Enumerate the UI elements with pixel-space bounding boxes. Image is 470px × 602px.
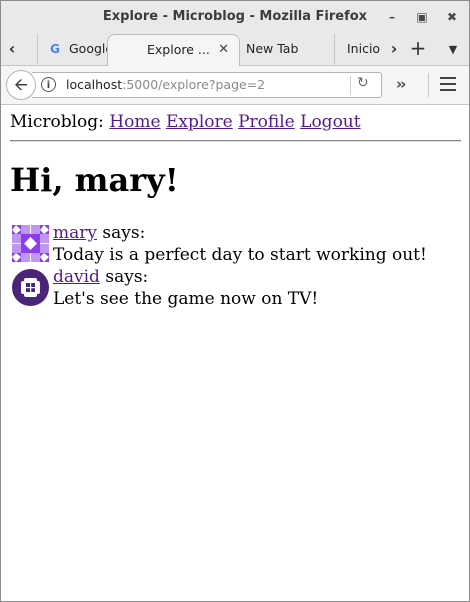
- url-divider: [350, 76, 351, 95]
- tab-scroll-right-icon[interactable]: ›: [383, 34, 405, 65]
- reload-icon[interactable]: ↻: [357, 75, 369, 91]
- mary-avatar[interactable]: [12, 225, 49, 262]
- tab-new-tab[interactable]: New Tab: [238, 34, 334, 65]
- maximize-icon[interactable]: ▣: [414, 9, 430, 25]
- page-heading: Hi, mary!: [10, 161, 179, 199]
- david-avatar[interactable]: [12, 269, 49, 306]
- tab-label: Explore ...: [147, 42, 210, 57]
- url-path: :5000/explore?page=2: [122, 77, 266, 92]
- post-text: david says: Let's see the game now on TV…: [53, 266, 318, 310]
- post-text: mary says: Today is a perfect day to sta…: [53, 222, 427, 266]
- close-icon[interactable]: ✖: [444, 9, 460, 25]
- tab-strip: ‹ G Google Explore ... ✕ New Tab Inicio …: [1, 34, 469, 66]
- back-arrow-icon[interactable]: 🡨: [6, 70, 36, 100]
- tab-google[interactable]: G Google: [37, 34, 108, 65]
- site-nav: Microblog: Home Explore Profile Logout: [10, 112, 361, 132]
- url-bar[interactable]: i localhost:5000/explore?page=2 ↻: [32, 72, 382, 98]
- nav-link-logout[interactable]: Logout: [300, 112, 360, 132]
- tab-label: Inicio: [347, 41, 381, 56]
- tab-label: Google: [69, 41, 108, 56]
- nav-link-explore[interactable]: Explore: [166, 112, 233, 132]
- site-brand: Microblog:: [10, 112, 104, 132]
- navigation-bar: i localhost:5000/explore?page=2 ↻ 🡨 ››: [1, 66, 469, 105]
- post-author-link[interactable]: mary: [53, 223, 97, 243]
- post-body: Today is a perfect day to start working …: [53, 245, 427, 265]
- nav-link-profile[interactable]: Profile: [238, 112, 295, 132]
- post-author-link[interactable]: david: [53, 267, 100, 287]
- close-tab-icon[interactable]: ✕: [218, 35, 229, 65]
- google-icon: G: [50, 42, 60, 56]
- post-item: david says: Let's see the game now on TV…: [12, 266, 462, 310]
- url-host: localhost: [66, 77, 123, 92]
- post-says: says:: [102, 223, 146, 243]
- tab-inicio[interactable]: Inicio: [334, 34, 383, 65]
- page-content: Microblog: Home Explore Profile Logout H…: [1, 105, 469, 601]
- info-icon[interactable]: i: [41, 77, 56, 92]
- overflow-chevrons-icon[interactable]: ››: [396, 75, 406, 93]
- post-body: Let's see the game now on TV!: [53, 289, 319, 309]
- tab-label: New Tab: [246, 41, 299, 56]
- title-bar: Explore - Microblog - Mozilla Firefox – …: [1, 1, 469, 34]
- browser-window: Explore - Microblog - Mozilla Firefox – …: [0, 0, 470, 602]
- nav-divider: [10, 140, 461, 142]
- tab-scroll-left-icon[interactable]: ‹: [1, 34, 23, 65]
- nav-link-home[interactable]: Home: [109, 112, 160, 132]
- minimize-icon[interactable]: –: [384, 9, 400, 25]
- toolbar-divider: [428, 73, 429, 97]
- hamburger-menu-icon[interactable]: [440, 77, 456, 95]
- post-item: mary says: Today is a perfect day to sta…: [12, 222, 462, 266]
- tab-list-chevron-icon[interactable]: ▼: [441, 34, 465, 65]
- new-tab-icon[interactable]: +: [406, 34, 430, 65]
- post-says: says:: [105, 267, 149, 287]
- tab-explore[interactable]: Explore ... ✕: [107, 34, 240, 66]
- url-text[interactable]: localhost:5000/explore?page=2: [66, 77, 265, 92]
